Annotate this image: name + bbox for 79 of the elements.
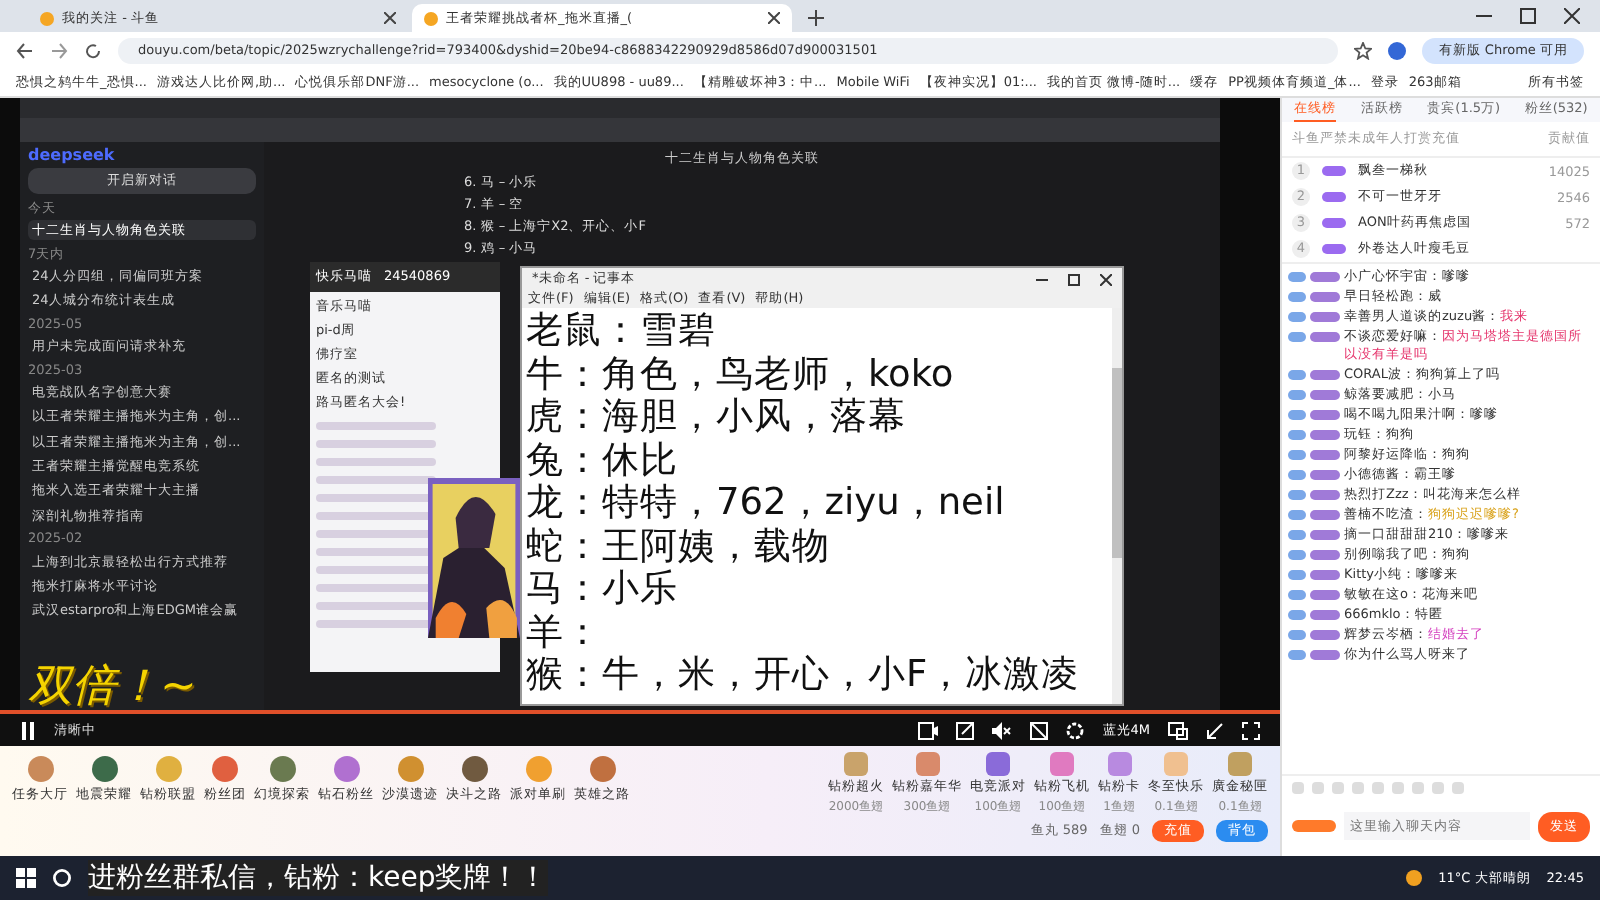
text-line: 蛇：王阿姨，载物 bbox=[526, 525, 832, 568]
fan-badge bbox=[1310, 332, 1340, 342]
fan-badge bbox=[1310, 589, 1340, 599]
fan-badge bbox=[1310, 369, 1340, 379]
overlay-caption: 双倍！~ bbox=[28, 662, 197, 714]
reload-icon[interactable] bbox=[84, 41, 102, 59]
activity-icon[interactable] bbox=[269, 756, 295, 782]
text-line: 兔：休比 bbox=[526, 439, 680, 482]
fan-badge bbox=[1310, 569, 1340, 579]
settings-icon[interactable] bbox=[1066, 721, 1085, 739]
pause-icon[interactable] bbox=[20, 721, 36, 739]
new-tab-icon[interactable] bbox=[808, 10, 824, 26]
activity-icon[interactable] bbox=[333, 756, 359, 782]
forward-icon[interactable] bbox=[50, 41, 68, 59]
fan-badge bbox=[1310, 389, 1340, 399]
activity-icon[interactable] bbox=[461, 756, 487, 782]
activity-icon[interactable] bbox=[397, 756, 423, 782]
fan-badge bbox=[1310, 292, 1340, 302]
text-line: 虎：海胆，小风，落幕 bbox=[526, 396, 908, 439]
activity-icon[interactable] bbox=[212, 756, 238, 782]
activity-icon[interactable] bbox=[91, 756, 117, 782]
member-row bbox=[316, 440, 436, 448]
level-badge bbox=[1322, 218, 1346, 228]
gift-icon[interactable] bbox=[915, 752, 939, 776]
danmaku-off-icon[interactable] bbox=[1030, 721, 1049, 739]
scrollbar[interactable] bbox=[1112, 308, 1122, 704]
caption-text: 进粉丝群私信，钻粉：keep奖牌！！ bbox=[88, 860, 548, 896]
gift-icon[interactable] bbox=[1050, 752, 1074, 776]
fan-badge bbox=[1310, 469, 1340, 479]
level-badge bbox=[1322, 192, 1346, 202]
fan-badge bbox=[1310, 429, 1340, 439]
close-icon[interactable] bbox=[1100, 273, 1112, 285]
fan-badge bbox=[1310, 409, 1340, 419]
fan-badge bbox=[1310, 529, 1340, 539]
back-icon[interactable] bbox=[16, 41, 34, 59]
close-icon[interactable] bbox=[768, 12, 780, 24]
fan-badge bbox=[1310, 609, 1340, 619]
edit-icon[interactable] bbox=[956, 721, 975, 739]
gift-icon[interactable] bbox=[986, 752, 1010, 776]
member-row bbox=[316, 476, 436, 484]
fan-badge bbox=[1310, 489, 1340, 499]
site-icon bbox=[424, 11, 438, 25]
member-row bbox=[316, 422, 436, 430]
level-badge bbox=[1322, 244, 1346, 254]
activity-icon[interactable] bbox=[589, 756, 615, 782]
site-icon bbox=[40, 11, 54, 25]
fan-badge bbox=[1310, 272, 1340, 282]
weather-icon bbox=[1406, 870, 1423, 886]
text-line: 龙：特特，762，ziyu，neil bbox=[526, 482, 1007, 525]
fan-badge bbox=[1310, 509, 1340, 519]
windows-icon[interactable] bbox=[16, 868, 36, 888]
mute-icon[interactable] bbox=[992, 721, 1013, 739]
text-line: 猴：牛，米，开心，小F，冰激凌 bbox=[526, 654, 1082, 697]
member-row bbox=[316, 458, 436, 466]
profile-icon[interactable] bbox=[1388, 41, 1407, 59]
level-badge bbox=[1322, 166, 1346, 176]
camera-icon[interactable] bbox=[918, 721, 939, 739]
fan-badge bbox=[1310, 312, 1340, 322]
maximize-icon[interactable] bbox=[1520, 8, 1536, 24]
text-line: 牛：角色，鸟老师，koko bbox=[526, 353, 956, 396]
gift-icon[interactable] bbox=[1107, 752, 1131, 776]
text-line: 马：小乐 bbox=[526, 568, 680, 611]
collapse-icon[interactable] bbox=[1206, 721, 1224, 739]
close-icon[interactable] bbox=[384, 12, 396, 24]
fan-badge bbox=[1310, 449, 1340, 459]
fan-badge bbox=[1310, 649, 1340, 659]
close-icon[interactable] bbox=[1564, 8, 1580, 24]
text-line: 羊： bbox=[526, 611, 602, 654]
activity-icon[interactable] bbox=[27, 756, 53, 782]
pip-icon[interactable] bbox=[1168, 721, 1188, 739]
maximize-icon[interactable] bbox=[1068, 273, 1080, 285]
fullscreen-icon[interactable] bbox=[1242, 721, 1260, 739]
text-line: 老鼠：雪碧 bbox=[526, 310, 718, 353]
fan-badge bbox=[1310, 629, 1340, 639]
fan-badge bbox=[1310, 549, 1340, 559]
fan-badge[interactable] bbox=[1292, 820, 1336, 832]
star-icon[interactable] bbox=[1354, 41, 1373, 59]
minimize-icon[interactable] bbox=[1036, 273, 1048, 285]
logo-text: deepseek bbox=[28, 148, 117, 164]
